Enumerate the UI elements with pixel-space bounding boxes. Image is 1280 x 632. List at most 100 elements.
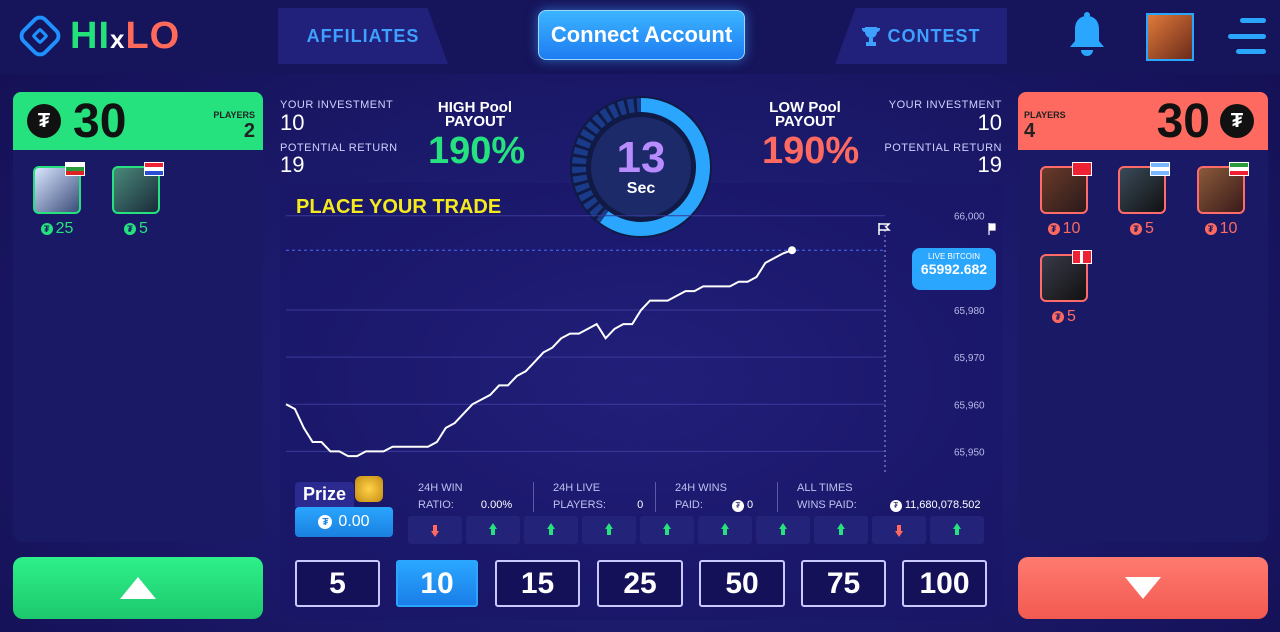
players-count: 4 xyxy=(1024,120,1036,142)
trophy-icon xyxy=(862,27,881,46)
player-card[interactable]: ₮ 10 xyxy=(1038,162,1092,238)
stat-win-ratio: 24H WIN RATIO: 0.00% xyxy=(418,482,513,511)
your-investment-value: 10 xyxy=(977,110,1002,135)
tether-icon: ₮ xyxy=(731,500,744,512)
prize-value: 0.00 xyxy=(338,513,370,530)
player-amount: 10 xyxy=(1219,220,1238,237)
tether-icon: ₮ xyxy=(1047,223,1060,235)
tether-icon: ₮ xyxy=(1052,311,1065,323)
flag-icon xyxy=(1072,250,1092,264)
potential-return-value: 19 xyxy=(977,152,1002,177)
y-tick-label: 65,970 xyxy=(954,353,985,364)
divider xyxy=(655,482,656,512)
flag-icon xyxy=(1229,162,1249,176)
user-avatar[interactable] xyxy=(1146,13,1194,61)
chart-line-series xyxy=(285,249,793,458)
high-pool-panel: ₮ 30 PLAYERS 2 ₮ 25 ₮ 5 xyxy=(13,92,263,542)
player-card[interactable]: ₮ 5 xyxy=(110,162,164,238)
rocket-up-icon xyxy=(547,523,555,535)
flag-icon xyxy=(65,162,85,176)
low-pool-header: PLAYERS 4 30 ₮ xyxy=(1018,92,1268,150)
contest-label: CONTEST xyxy=(887,25,981,46)
start-flag-icon xyxy=(878,223,891,235)
player-card[interactable]: ₮ 25 xyxy=(31,162,85,238)
rocket-up-icon xyxy=(605,523,613,535)
history-item-up xyxy=(756,516,810,544)
stat-live-players: 24H LIVE PLAYERS: 0 xyxy=(553,482,644,511)
low-pool-label: LOW Pool PAYOUT xyxy=(769,99,841,130)
rocket-up-icon xyxy=(779,523,787,535)
players-count: 2 xyxy=(243,120,255,142)
tether-icon: ₮ xyxy=(40,223,53,235)
low-pool-panel: PLAYERS 4 30 ₮ ₮ 10 ₮ 5 ₮ 10 ₮ 5 xyxy=(1018,92,1268,542)
history-item-down xyxy=(872,516,926,544)
bet-high-button[interactable] xyxy=(13,557,263,619)
connect-account-button[interactable]: Connect Account xyxy=(538,10,745,60)
bet-option-50[interactable]: 50 xyxy=(699,560,785,607)
menu-icon[interactable] xyxy=(1226,18,1266,54)
bet-option-5[interactable]: 5 xyxy=(295,560,380,607)
affiliates-label: AFFILIATES xyxy=(306,25,420,46)
potential-return-value: 19 xyxy=(280,152,305,177)
bet-option-10[interactable]: 10 xyxy=(396,560,478,607)
stat-wins-paid: 24H WINS PAID: ₮ 0 xyxy=(675,482,754,512)
contest-tab[interactable]: CONTEST xyxy=(835,8,1007,64)
player-card[interactable]: ₮ 5 xyxy=(1116,162,1170,238)
bet-option-15[interactable]: 15 xyxy=(495,560,580,607)
bell-icon[interactable] xyxy=(1068,12,1106,58)
avatar xyxy=(33,162,85,214)
bet-option-75[interactable]: 75 xyxy=(801,560,886,607)
rocket-down-icon xyxy=(431,525,439,537)
affiliates-tab[interactable]: AFFILIATES xyxy=(278,8,448,64)
player-amount: 5 xyxy=(1067,308,1076,325)
y-tick-label: 65,980 xyxy=(954,306,985,317)
avatar xyxy=(1040,250,1092,302)
bet-option-25[interactable]: 25 xyxy=(597,560,683,607)
history-item-down xyxy=(408,516,462,544)
stat-all-time-wins: ALL TIMES WINS PAID: ₮ 11,680,078.502 xyxy=(797,482,981,512)
rocket-up-icon xyxy=(489,523,497,535)
avatar xyxy=(1040,162,1092,214)
bet-low-button[interactable] xyxy=(1018,557,1268,619)
player-amount: 5 xyxy=(1145,220,1154,237)
player-card[interactable]: ₮ 10 xyxy=(1195,162,1249,238)
y-tick-label: 65,960 xyxy=(954,400,985,411)
flag-icon xyxy=(1150,162,1170,176)
rocket-up-icon xyxy=(663,523,671,535)
history-item-up xyxy=(466,516,520,544)
player-card[interactable]: ₮ 5 xyxy=(1038,250,1092,326)
tether-icon: ₮ xyxy=(1220,104,1254,138)
logo[interactable]: HIxLO xyxy=(15,11,181,61)
timer-value: 13 xyxy=(616,133,666,182)
divider xyxy=(777,482,778,512)
tether-icon: ₮ xyxy=(1130,223,1143,235)
price-chart: 66,000 65,980 65,970 65,960 65,950 xyxy=(285,212,996,475)
high-pool-total: 30 xyxy=(73,94,127,148)
logo-text: HIxLO xyxy=(70,14,181,57)
tether-icon: ₮ xyxy=(318,515,333,529)
tether-icon: ₮ xyxy=(1204,223,1217,235)
player-amount: 25 xyxy=(55,220,74,237)
logo-icon xyxy=(15,11,65,61)
avatar xyxy=(112,162,164,214)
tether-icon: ₮ xyxy=(124,223,137,235)
avatar xyxy=(1118,162,1170,214)
high-pool-label: HIGH Pool PAYOUT xyxy=(437,99,513,130)
low-pool-total: 30 xyxy=(1156,95,1210,148)
prize-box: Prize ₮ 0.00 xyxy=(295,476,393,540)
history-item-up xyxy=(524,516,578,544)
live-value: 65992.682 xyxy=(920,261,988,277)
history-item-up xyxy=(930,516,984,544)
flag-icon xyxy=(1072,162,1092,176)
arrow-down-icon xyxy=(1125,577,1161,599)
bet-option-100[interactable]: 100 xyxy=(902,560,987,607)
history-item-up xyxy=(814,516,868,544)
history-item-up xyxy=(582,516,636,544)
current-price-point xyxy=(788,246,796,255)
y-tick-label: 65,950 xyxy=(954,447,985,458)
connect-account-label: Connect Account xyxy=(550,22,733,47)
end-flag-icon xyxy=(988,223,996,235)
high-pool-payout: 190% xyxy=(428,130,526,172)
high-pool-header: ₮ 30 PLAYERS 2 xyxy=(13,92,263,150)
rocket-up-icon xyxy=(837,523,845,535)
